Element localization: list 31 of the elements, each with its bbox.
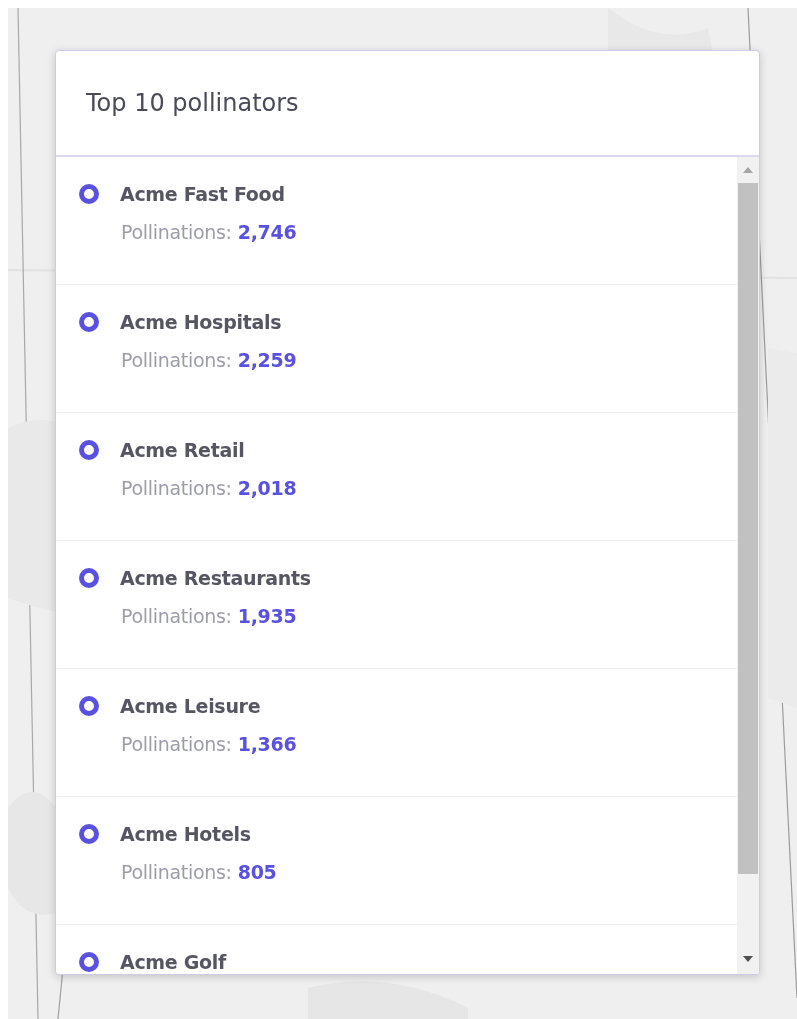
panel-title: Top 10 pollinators [86,89,299,117]
pollination-count: 2,746 [237,221,297,243]
item-name: Acme Fast Food [120,183,285,205]
item-name: Acme Golf [120,951,226,973]
pollination-count: 1,366 [237,733,297,755]
item-name: Acme Retail [120,439,245,461]
item-name: Acme Leisure [120,695,261,717]
ring-icon [79,824,99,844]
pollination-count: 2,259 [237,349,297,371]
pollination-count: 2,018 [237,477,297,499]
pollination-label: Pollinations: [121,861,232,883]
pollination-label: Pollinations: [121,605,232,627]
ring-icon [79,568,99,588]
scrollbar-thumb[interactable] [738,183,758,874]
pollination-count: 1,935 [237,605,297,627]
ring-icon [79,440,99,460]
scrollbar[interactable] [737,157,759,974]
scroll-up-icon[interactable] [743,167,753,173]
scroll-down-icon[interactable] [743,956,753,962]
pollination-label: Pollinations: [121,349,232,371]
item-name: Acme Restaurants [120,567,311,589]
pollination-label: Pollinations: [121,733,232,755]
item-name: Acme Hotels [120,823,251,845]
ring-icon [79,696,99,716]
ring-icon [79,952,99,972]
ring-icon [79,184,99,204]
pollination-label: Pollinations: [121,477,232,499]
item-name: Acme Hospitals [120,311,282,333]
pollination-label: Pollinations: [121,221,232,243]
pollination-count: 805 [237,861,277,883]
ring-icon [79,312,99,332]
